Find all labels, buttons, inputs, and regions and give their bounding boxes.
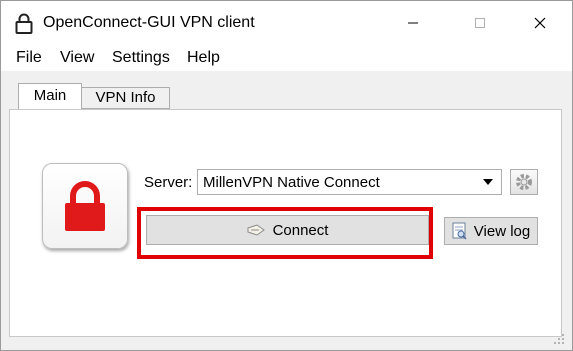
app-window: OpenConnect-GUI VPN client File View Set… [0, 0, 573, 351]
connect-label: Connect [272, 221, 329, 239]
window-title: OpenConnect-GUI VPN client [43, 14, 255, 31]
maximize-icon [475, 18, 485, 28]
gear-icon [516, 174, 532, 190]
menu-view[interactable]: View [60, 48, 94, 68]
dropdown-arrow-icon [483, 179, 493, 185]
tab-vpn-info[interactable]: VPN Info [82, 87, 170, 109]
close-button[interactable] [517, 1, 563, 45]
close-icon [534, 17, 546, 29]
lock-app-icon [15, 13, 33, 34]
lock-icon [65, 181, 105, 231]
resize-grip-icon[interactable] [552, 332, 566, 346]
plug-icon [247, 224, 265, 236]
maximize-button[interactable] [457, 1, 503, 45]
connect-button[interactable]: Connect [146, 215, 429, 245]
tab-main[interactable]: Main [18, 83, 82, 109]
minimize-button[interactable] [390, 1, 436, 45]
server-select-value: MillenVPN Native Connect [203, 174, 380, 191]
server-select[interactable]: MillenVPN Native Connect [197, 169, 502, 195]
server-settings-button[interactable] [510, 169, 538, 195]
title-bar: OpenConnect-GUI VPN client [1, 1, 572, 45]
view-log-label: View log [473, 222, 531, 240]
menu-settings[interactable]: Settings [112, 48, 170, 68]
log-icon [452, 222, 467, 240]
menu-file[interactable]: File [16, 48, 42, 68]
server-label: Server: [144, 174, 193, 191]
minimize-icon [408, 22, 418, 24]
connection-status-button[interactable] [42, 163, 128, 249]
menu-help[interactable]: Help [187, 48, 220, 68]
menu-bar: File View Settings Help [1, 45, 572, 71]
view-log-button[interactable]: View log [444, 217, 538, 245]
